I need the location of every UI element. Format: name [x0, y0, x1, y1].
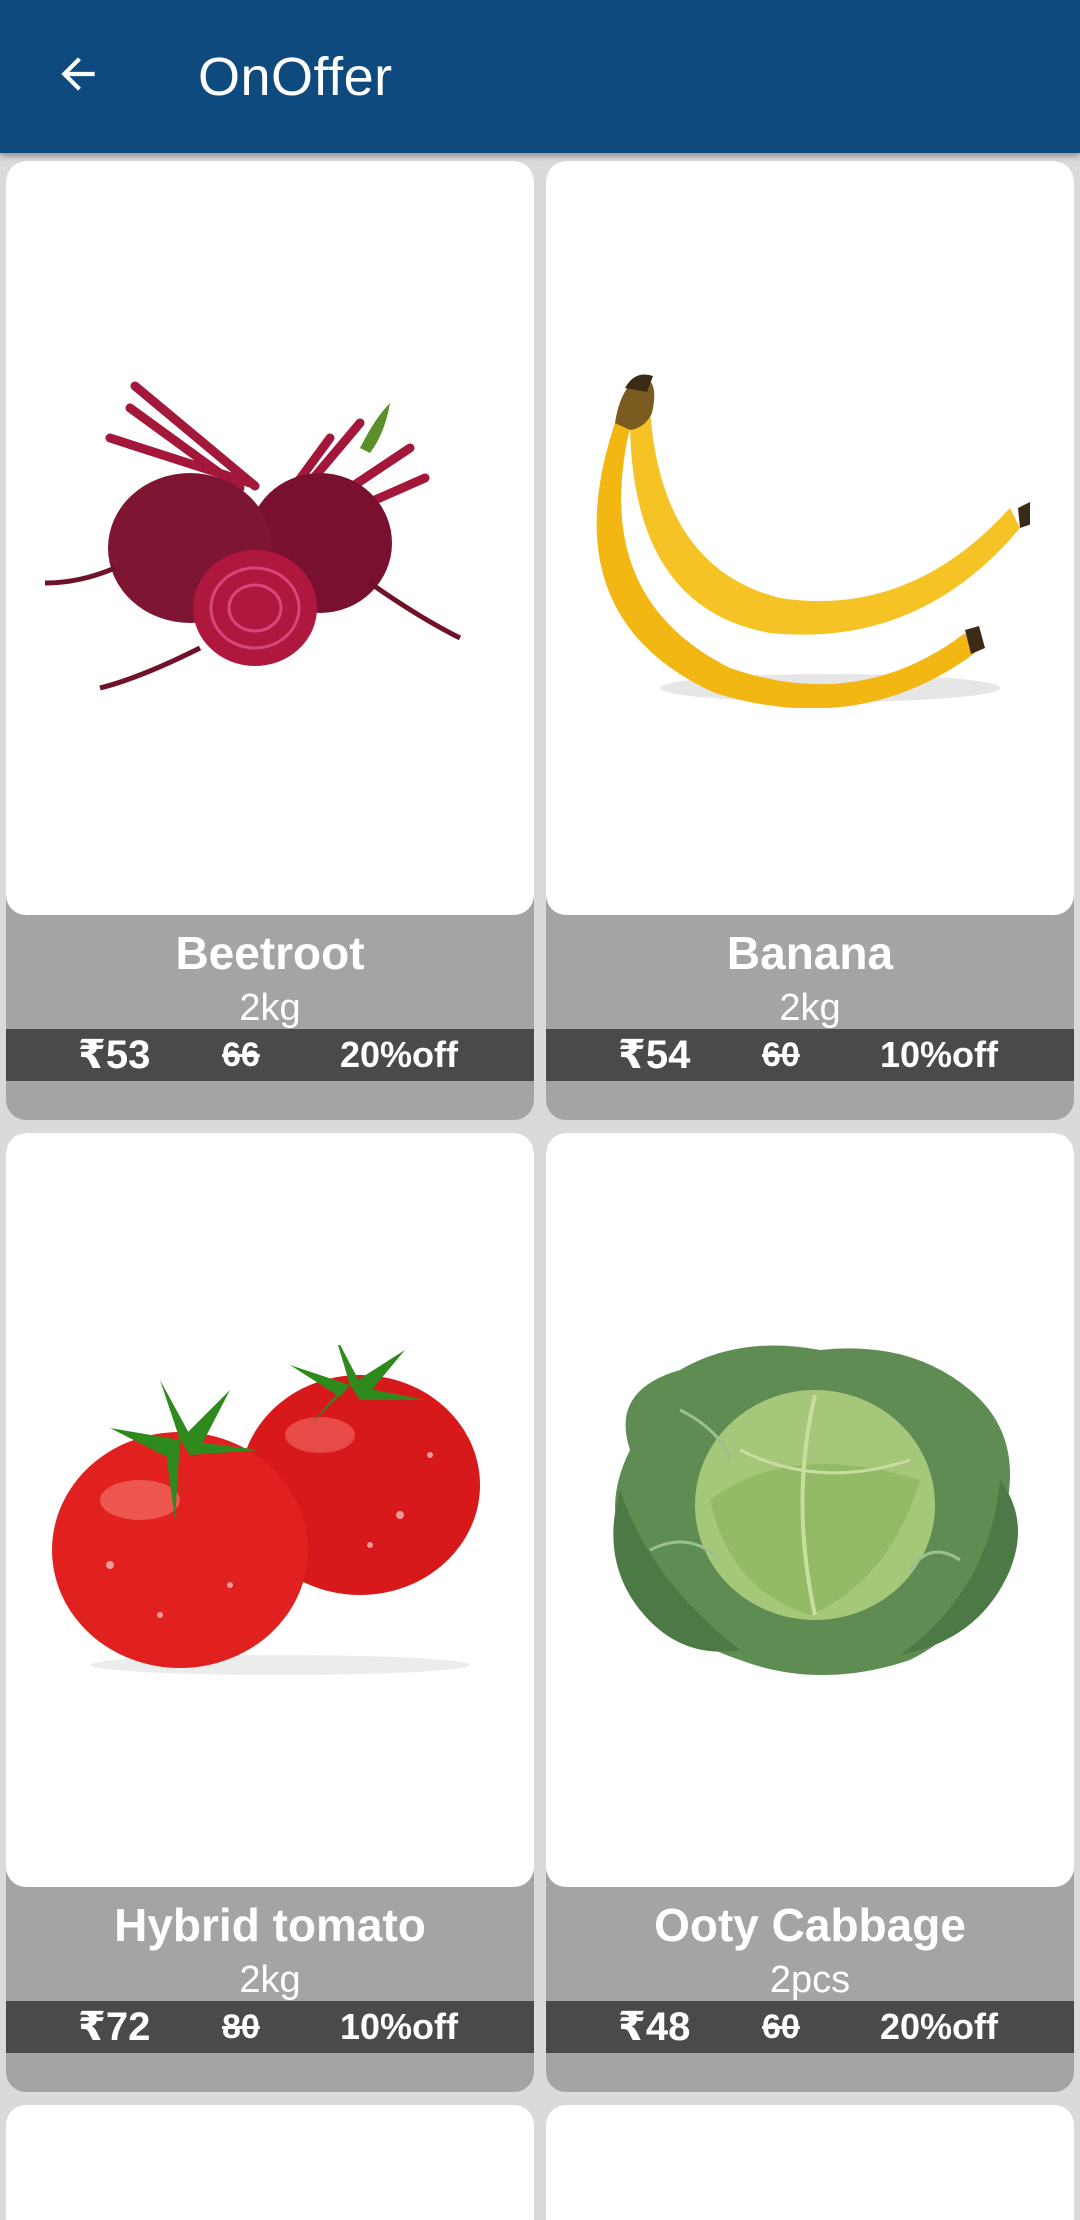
original-price: 66: [222, 1036, 260, 1074]
product-card-ooty-cabbage[interactable]: Ooty Cabbage 2pcs ₹48 60 20%off: [546, 1133, 1074, 2092]
product-grid: Beetroot 2kg ₹53 66 20%off Banana 2kg ₹5…: [0, 153, 1080, 2220]
product-quantity: 2kg: [239, 987, 301, 1029]
beetroot-image: [44, 381, 462, 691]
app-bar: OnOffer: [0, 0, 1080, 153]
offer-price: ₹54: [618, 1033, 691, 1077]
product-name: Beetroot: [175, 927, 365, 979]
discount-label: 20%off: [340, 1034, 459, 1075]
offer-price: ₹53: [78, 1033, 151, 1077]
offer-price: ₹72: [78, 2005, 151, 2049]
cabbage-image: [613, 1345, 1018, 1675]
product-name: Banana: [726, 927, 894, 979]
product-name: Hybrid tomato: [114, 1899, 426, 1951]
discount-label: 10%off: [340, 2006, 459, 2047]
product-quantity: 2kg: [779, 987, 841, 1029]
discount-label: 10%off: [880, 1034, 999, 1075]
price-strip: ₹54 60 10%off: [546, 1029, 1074, 1081]
product-quantity: 2pcs: [769, 1959, 851, 2001]
discount-label: 20%off: [880, 2006, 999, 2047]
original-price: 60: [762, 2008, 800, 2046]
product-card-hybrid-tomato[interactable]: Hybrid tomato 2kg ₹72 80 10%off: [6, 1133, 534, 2092]
product-quantity: 2kg: [239, 1959, 301, 2001]
original-price: 60: [762, 1036, 800, 1074]
product-image-banana: [546, 161, 1074, 915]
tomato-image: [52, 1345, 480, 1675]
price-strip: ₹53 66 20%off: [6, 1029, 534, 1081]
original-price: 80: [222, 2008, 260, 2046]
price-strip: ₹48 60 20%off: [546, 2001, 1074, 2053]
page-title: OnOffer: [198, 46, 393, 107]
product-card-partial[interactable]: [546, 2105, 1074, 2220]
product-card-partial[interactable]: [6, 2105, 534, 2220]
product-card-banana[interactable]: Banana 2kg ₹54 60 10%off: [546, 161, 1074, 1120]
price-strip: ₹72 80 10%off: [6, 2001, 534, 2053]
banana-image: [596, 374, 1030, 708]
arrow-back-icon: [61, 57, 95, 91]
back-button[interactable]: [40, 36, 116, 112]
product-image-cabbage: [546, 1133, 1074, 1887]
product-card-beetroot[interactable]: Beetroot 2kg ₹53 66 20%off: [6, 161, 534, 1120]
product-image-beetroot: [6, 161, 534, 915]
product-name: Ooty Cabbage: [654, 1899, 966, 1951]
offer-price: ₹48: [618, 2005, 691, 2049]
product-image-tomato: [6, 1133, 534, 1887]
